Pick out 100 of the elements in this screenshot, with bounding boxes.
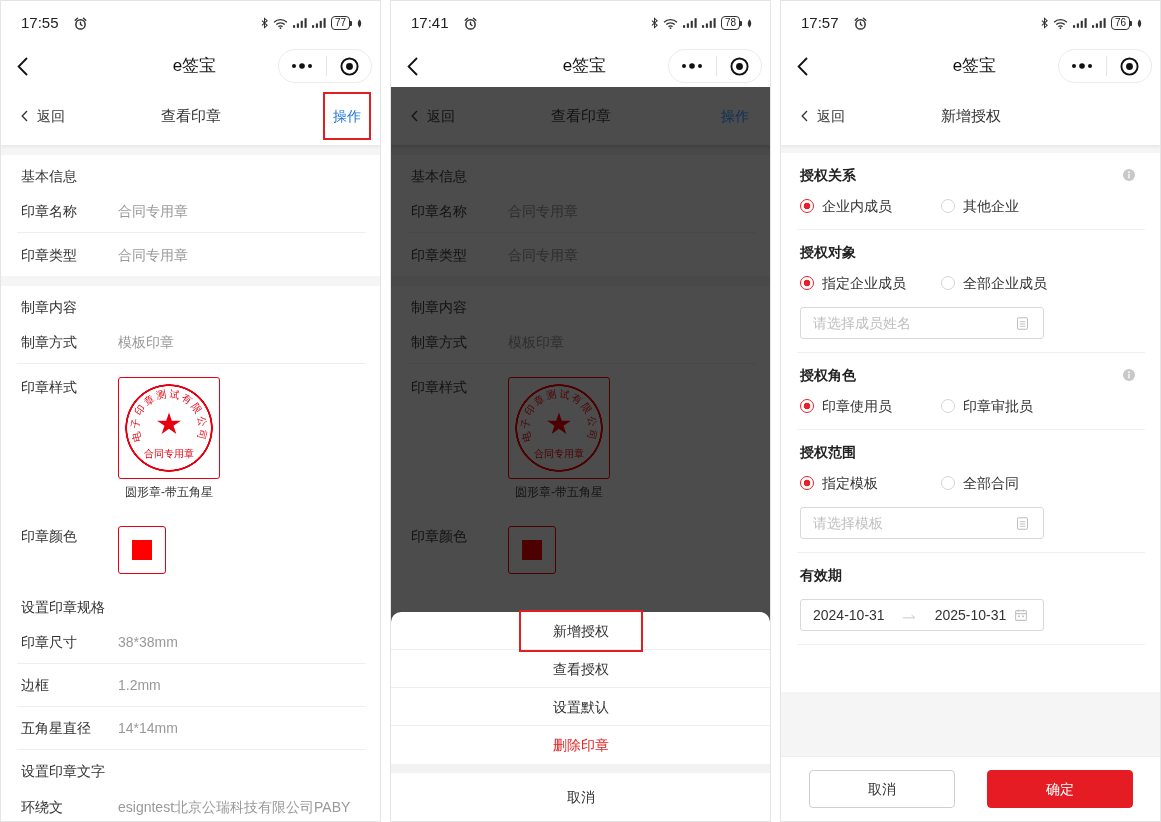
- more-icon[interactable]: [291, 63, 314, 69]
- bluetooth-icon: [260, 17, 268, 29]
- seal-center-text: 合同专用章: [144, 448, 194, 459]
- radio-option[interactable]: 指定企业成员: [800, 273, 941, 293]
- field-label: 制章方式: [21, 333, 78, 352]
- section-title: 设置印章文字: [20, 762, 106, 781]
- field-label: 环绕文: [21, 797, 64, 817]
- chevron-left-icon: [801, 110, 808, 122]
- signal-icon: [1091, 18, 1106, 28]
- alarm-clock-icon: [463, 16, 477, 30]
- menu-item[interactable]: 删除印章: [550, 733, 611, 757]
- seal-center-text: 合同专用章: [534, 448, 584, 459]
- bluetooth-icon: [650, 17, 658, 29]
- more-icon[interactable]: [1071, 63, 1094, 69]
- back-icon[interactable]: [407, 56, 418, 76]
- circle-dot-icon[interactable]: [1119, 56, 1139, 76]
- group-title: 授权关系: [800, 166, 856, 185]
- battery-indicator: 77: [330, 16, 352, 30]
- signal-icon: [292, 18, 307, 28]
- back-button[interactable]: 返回: [21, 106, 65, 126]
- battery-indicator: 76: [1110, 16, 1132, 30]
- date-value: 2025-10-31: [934, 605, 1007, 625]
- radio-option[interactable]: 全部合同: [941, 473, 1019, 493]
- color-swatch-frame[interactable]: [508, 526, 556, 574]
- circle-dot-icon[interactable]: [729, 56, 749, 76]
- wifi-icon: [272, 17, 288, 29]
- field-label: 印章名称: [21, 202, 78, 221]
- list-icon: [1017, 316, 1028, 330]
- field-label: 印章名称: [411, 202, 468, 221]
- section-title: 制章内容: [20, 298, 78, 317]
- back-icon[interactable]: [17, 56, 28, 76]
- confirm-button[interactable]: 确定: [986, 770, 1133, 808]
- circle-dot-icon[interactable]: [339, 56, 359, 76]
- select-field[interactable]: 请选择成员姓名: [800, 307, 1044, 339]
- field-label: 印章类型: [411, 245, 468, 265]
- group-title: 有效期: [800, 566, 842, 585]
- menu-item[interactable]: 新增授权: [518, 609, 643, 652]
- signal-icon: [311, 18, 326, 28]
- list-icon: [1017, 516, 1028, 530]
- seal-ring-text: 电子印章测试有限公司: [519, 388, 599, 443]
- charging-icon: [747, 18, 752, 28]
- date-value: 2024-10-31: [813, 605, 885, 625]
- chevron-left-icon: [21, 110, 28, 122]
- field-label: 印章尺寸: [21, 633, 78, 652]
- field-value: 14*14mm: [118, 719, 178, 738]
- field-value: 1.2mm: [118, 676, 161, 695]
- wifi-icon: [1052, 17, 1068, 29]
- seal-style-caption: 圆形章-带五角星: [125, 484, 213, 501]
- section-title: 设置印章规格: [20, 598, 106, 617]
- wifi-icon: [662, 17, 678, 29]
- signal-icon: [701, 18, 716, 28]
- back-icon[interactable]: [797, 56, 808, 76]
- radio-option[interactable]: 全部企业成员: [941, 273, 1047, 293]
- cancel-button[interactable]: 取消: [808, 770, 955, 808]
- page-title: 查看印章: [551, 106, 611, 126]
- section-title: 基本信息: [20, 167, 78, 186]
- action-button[interactable]: 操作: [323, 92, 371, 140]
- signal-icon: [682, 18, 697, 28]
- field-label: 制章方式: [411, 333, 468, 352]
- calendar-icon: [1015, 609, 1027, 621]
- color-swatch-frame[interactable]: [118, 526, 166, 574]
- status-time: 17:55: [21, 14, 59, 32]
- menu-item[interactable]: 设置默认: [550, 694, 611, 719]
- page-title: 新增授权: [941, 106, 1001, 126]
- arrow-right-icon: [901, 614, 917, 619]
- alarm-clock-icon: [853, 16, 867, 30]
- chevron-left-icon: [411, 110, 418, 122]
- field-label: 五角星直径: [21, 719, 92, 738]
- alarm-clock-icon: [73, 16, 87, 30]
- field-value: esigntest北京公瑞科技有限公司PABY: [118, 797, 351, 817]
- group-title: 授权范围: [800, 443, 856, 462]
- battery-indicator: 78: [720, 16, 742, 30]
- charging-icon: [1137, 18, 1142, 28]
- status-time: 17:57: [801, 14, 839, 32]
- back-button[interactable]: 返回: [801, 106, 845, 126]
- app-title: e签宝: [172, 55, 217, 77]
- field-value: 模板印章: [118, 333, 174, 352]
- radio-option[interactable]: 其他企业: [941, 196, 1019, 216]
- more-icon[interactable]: [681, 63, 704, 69]
- select-field[interactable]: 请选择模板: [800, 507, 1044, 539]
- group-title: 授权对象: [800, 243, 856, 262]
- radio-option[interactable]: 印章使用员: [800, 396, 941, 416]
- bluetooth-icon: [1040, 17, 1048, 29]
- field-value: 合同专用章: [118, 245, 188, 265]
- app-title: e签宝: [952, 55, 997, 77]
- field-value: 合同专用章: [118, 202, 188, 221]
- cancel-button[interactable]: 取消: [564, 785, 597, 809]
- field-value: 38*38mm: [118, 633, 178, 652]
- status-time: 17:41: [411, 14, 449, 32]
- seal-ring-text: 电子印章测试有限公司: [129, 388, 209, 443]
- radio-option[interactable]: 企业内成员: [800, 196, 941, 216]
- field-label: 边框: [21, 676, 50, 695]
- page-title: 查看印章: [161, 106, 221, 126]
- date-range-field[interactable]: 2024-10-31 2025-10-31: [800, 599, 1044, 631]
- radio-option[interactable]: 指定模板: [800, 473, 941, 493]
- field-label: 印章样式: [411, 378, 468, 397]
- menu-item[interactable]: 查看授权: [550, 656, 611, 681]
- app-title: e签宝: [562, 55, 607, 77]
- group-title: 授权角色: [800, 366, 856, 385]
- radio-option[interactable]: 印章审批员: [941, 396, 1033, 416]
